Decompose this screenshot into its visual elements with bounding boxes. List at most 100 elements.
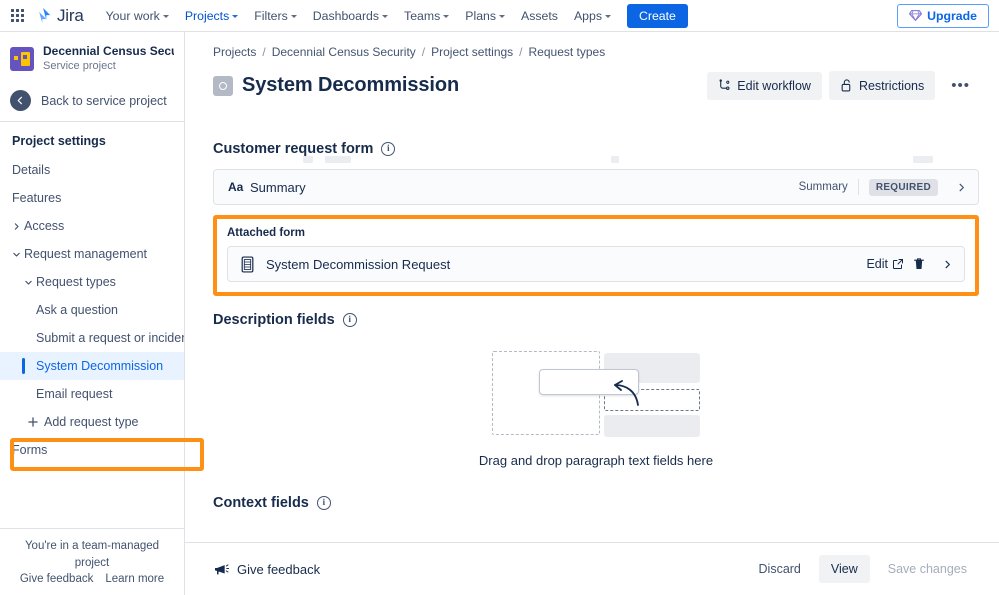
sidebar-item-label: Details [12, 163, 51, 177]
field-row-summary[interactable]: Aa Summary Summary REQUIRED [213, 169, 979, 205]
sidebar-item-system-decommission[interactable]: System Decommission [0, 352, 184, 380]
sidebar-footer-links: Give feedback Learn more [8, 573, 176, 585]
back-to-service-project-link[interactable]: Back to service project [0, 82, 184, 121]
sidebar-footer: You're in a team-managed project Give fe… [0, 528, 184, 595]
sidebar-item-request-types[interactable]: Request types [0, 268, 184, 296]
sidebar-item-features[interactable]: Features [0, 184, 184, 212]
chevron-right-icon[interactable] [934, 250, 960, 278]
sidebar-item-label: System Decommission [36, 359, 164, 373]
give-feedback-button[interactable]: Give feedback [213, 561, 320, 577]
nav-item-filters[interactable]: Filters [246, 4, 304, 28]
sidebar-item-details[interactable]: Details [0, 156, 184, 184]
page-title-row: System Decommission Edit workflow Restri… [213, 70, 979, 101]
context-fields-title: Context fields [213, 495, 309, 511]
sidebar-give-feedback-link[interactable]: Give feedback [20, 573, 94, 585]
sidebar-item-ask-a-question[interactable]: Ask a question [0, 296, 184, 324]
give-feedback-label: Give feedback [237, 561, 321, 577]
sidebar-learn-more-link[interactable]: Learn more [105, 573, 164, 585]
sidebar-item-request-management[interactable]: Request management [0, 240, 184, 268]
chevron-right-icon [12, 222, 24, 231]
restrictions-label: Restrictions [858, 78, 925, 93]
top-nav-right-actions: Upgrade [897, 3, 991, 28]
delete-form-button[interactable] [913, 257, 925, 271]
field-type-label: Summary [798, 181, 848, 193]
sidebar-item-label: Request types [36, 275, 116, 289]
megaphone-icon [215, 564, 229, 575]
drag-drop-illustration [492, 351, 700, 437]
external-link-icon [893, 259, 903, 269]
sidebar-item-label: Submit a request or incident [36, 331, 184, 345]
description-fields-dropzone[interactable]: Drag and drop paragraph text fields here [213, 342, 979, 477]
chevron-down-icon [290, 15, 297, 18]
chevron-right-icon[interactable] [948, 173, 974, 201]
breadcrumb-separator: / [519, 45, 523, 59]
nav-item-projects[interactable]: Projects [177, 4, 246, 28]
chevron-down-icon [162, 15, 169, 18]
breadcrumb-projects[interactable]: Projects [213, 45, 256, 59]
edit-workflow-button[interactable]: Edit workflow [707, 71, 822, 100]
chevron-down-icon [12, 250, 24, 259]
attached-form-row[interactable]: System Decommission Request Edit [227, 246, 965, 282]
breadcrumb: Projects / Decennial Census Security / P… [213, 32, 979, 59]
sidebar-item-forms[interactable]: Forms [0, 436, 184, 464]
sidebar-item-label: Email request [36, 387, 113, 401]
chevron-down-icon [382, 15, 389, 18]
nav-label: Plans [465, 8, 497, 23]
project-avatar-icon [10, 47, 34, 71]
upgrade-button[interactable]: Upgrade [897, 3, 989, 28]
breadcrumb-request-types[interactable]: Request types [529, 45, 606, 59]
workflow-icon [719, 79, 730, 90]
sidebar-item-label: Features [12, 191, 62, 205]
info-icon[interactable]: i [342, 313, 357, 327]
sidebar-item-email-request[interactable]: Email request [0, 380, 184, 408]
jira-logo[interactable]: Jira [34, 6, 84, 26]
page-actions: Edit workflow Restrictions ••• [707, 70, 979, 101]
nav-label: Apps [573, 8, 602, 23]
nav-label: Projects [184, 8, 230, 23]
nav-label: Assets [521, 8, 558, 23]
edit-form-button[interactable]: Edit [866, 257, 904, 271]
sidebar-item-label: Forms [12, 443, 48, 457]
clipped-scroll-row [213, 154, 979, 166]
breadcrumb-project[interactable]: Decennial Census Security [272, 45, 416, 59]
discard-button[interactable]: Discard [747, 555, 813, 583]
back-label: Back to service project [41, 93, 167, 108]
nav-item-apps[interactable]: Apps [566, 4, 619, 28]
jira-wordmark: Jira [57, 5, 84, 25]
breadcrumb-separator: / [421, 45, 426, 59]
add-request-type-button[interactable]: Add request type [0, 408, 184, 436]
arrow-left-circle-icon [10, 90, 31, 111]
nav-item-your-work[interactable]: Your work [98, 4, 177, 28]
form-document-icon [240, 255, 256, 273]
context-fields-heading: Context fields i [213, 495, 979, 511]
create-button[interactable]: Create [626, 3, 688, 28]
sidebar-item-submit-a-request-or-incident[interactable]: Submit a request or incident [0, 324, 184, 352]
team-managed-note: You're in a team-managed project [24, 540, 160, 569]
chevron-down-icon [232, 15, 239, 18]
more-actions-icon[interactable]: ••• [942, 70, 979, 101]
diamond-icon [909, 10, 923, 22]
nav-item-plans[interactable]: Plans [457, 4, 513, 28]
project-meta: Decennial Census Secu... Service project [43, 44, 174, 74]
grid-apps-icon[interactable] [6, 5, 28, 27]
info-icon[interactable]: i [316, 496, 331, 510]
attached-form-actions: Edit [866, 250, 960, 278]
add-request-type-label: Add request type [44, 415, 139, 429]
description-fields-heading: Description fields i [213, 312, 979, 328]
view-button[interactable]: View [818, 555, 870, 583]
nav-item-dashboards[interactable]: Dashboards [305, 4, 396, 28]
sidebar-item-access[interactable]: Access [0, 212, 184, 240]
page-layout: Decennial Census Secu... Service project… [0, 32, 999, 595]
project-sidebar: Decennial Census Secu... Service project… [0, 32, 204, 595]
text-aa-icon: Aa [228, 180, 244, 194]
sidebar-project-header[interactable]: Decennial Census Secu... Service project [0, 32, 184, 82]
jira-mark-icon [39, 7, 51, 24]
restrictions-button[interactable]: Restrictions [828, 71, 936, 100]
primary-nav-items: Your work Projects Filters Dashboards Te… [98, 3, 688, 28]
nav-item-assets[interactable]: Assets [513, 4, 566, 28]
sidebar-scroll-area: Decennial Census Secu... Service project… [0, 32, 184, 528]
nav-item-teams[interactable]: Teams [396, 4, 457, 28]
breadcrumb-project-settings[interactable]: Project settings [431, 45, 513, 59]
sidebar-item-label: Request management [24, 247, 147, 261]
sidebar-settings-title: Project settings [12, 134, 106, 148]
